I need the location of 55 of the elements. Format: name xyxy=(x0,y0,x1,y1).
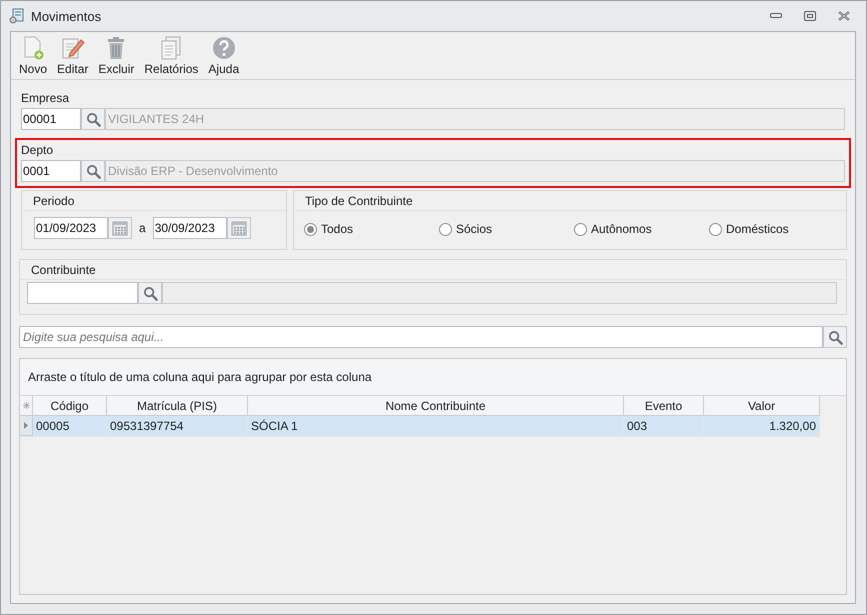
table-cell: 003 xyxy=(624,416,704,436)
toolbar-button[interactable]: Excluir xyxy=(93,34,140,79)
calendar-button[interactable] xyxy=(108,217,132,239)
date-field[interactable]: 30/09/2023 xyxy=(152,217,227,239)
field-label: Empresa xyxy=(21,91,70,105)
code-field[interactable]: 0001 xyxy=(21,160,81,182)
table-cell: 1.320,00 xyxy=(704,416,820,436)
radio-option[interactable]: Todos xyxy=(304,222,431,236)
search-button[interactable] xyxy=(138,282,162,304)
range-separator: a xyxy=(138,221,147,235)
documents-icon xyxy=(160,36,182,60)
column-header[interactable]: Evento xyxy=(624,396,704,416)
app-icon xyxy=(9,8,25,24)
minimize-icon xyxy=(770,13,782,19)
search-button[interactable] xyxy=(81,160,105,182)
toolbar-button[interactable]: Novo xyxy=(14,34,52,79)
search-icon xyxy=(86,112,100,126)
group-by-hint: Arraste o título de uma coluna aqui para agrupar por esta coluna xyxy=(28,370,372,384)
row-pointer-icon xyxy=(24,422,28,429)
asterisk-icon xyxy=(22,402,30,409)
help-icon xyxy=(212,36,236,60)
radio-option[interactable]: Sócios xyxy=(439,222,566,236)
table-cell: SÓCIA 1 xyxy=(248,416,624,436)
code-field[interactable]: 00001 xyxy=(21,108,81,130)
search-button[interactable] xyxy=(81,108,105,130)
field-label: Depto xyxy=(21,143,54,157)
pencil-document-icon xyxy=(60,36,85,60)
search-icon xyxy=(142,286,158,300)
radio-option[interactable]: Autônomos xyxy=(574,222,701,236)
date-field[interactable]: 01/09/2023 xyxy=(34,217,108,239)
restore-icon xyxy=(804,11,816,21)
calendar-button[interactable] xyxy=(226,217,251,239)
column-header[interactable]: Valor xyxy=(704,396,820,416)
column-header[interactable]: Matrícula (PIS) xyxy=(107,396,248,416)
toolbar-button[interactable]: Relatórios xyxy=(139,34,204,79)
toolbar-button[interactable]: Editar xyxy=(52,34,94,79)
search-field[interactable]: Digite sua pesquisa aqui... xyxy=(19,326,823,348)
search-icon xyxy=(828,330,842,344)
search-icon xyxy=(86,164,100,178)
radio-option[interactable]: Domésticos xyxy=(709,222,836,236)
code-field[interactable] xyxy=(27,282,138,304)
window-title: Movimentos xyxy=(31,8,102,24)
search-button[interactable] xyxy=(823,326,847,348)
table-cell: 09531397754 xyxy=(107,416,248,436)
column-header[interactable]: Código xyxy=(33,396,107,416)
column-header[interactable]: Nome Contribuinte xyxy=(248,396,624,416)
calendar-icon xyxy=(230,220,247,236)
group-title: Tipo de Contribuinte xyxy=(305,194,413,208)
calendar-icon xyxy=(112,220,128,236)
table-cell: 00005 xyxy=(33,416,107,436)
group-title: Periodo xyxy=(33,194,74,208)
close-icon xyxy=(838,11,850,21)
group-title: Contribuinte xyxy=(31,263,96,277)
name-field[interactable] xyxy=(162,282,837,304)
toolbar-button[interactable]: Ajuda xyxy=(203,34,244,79)
